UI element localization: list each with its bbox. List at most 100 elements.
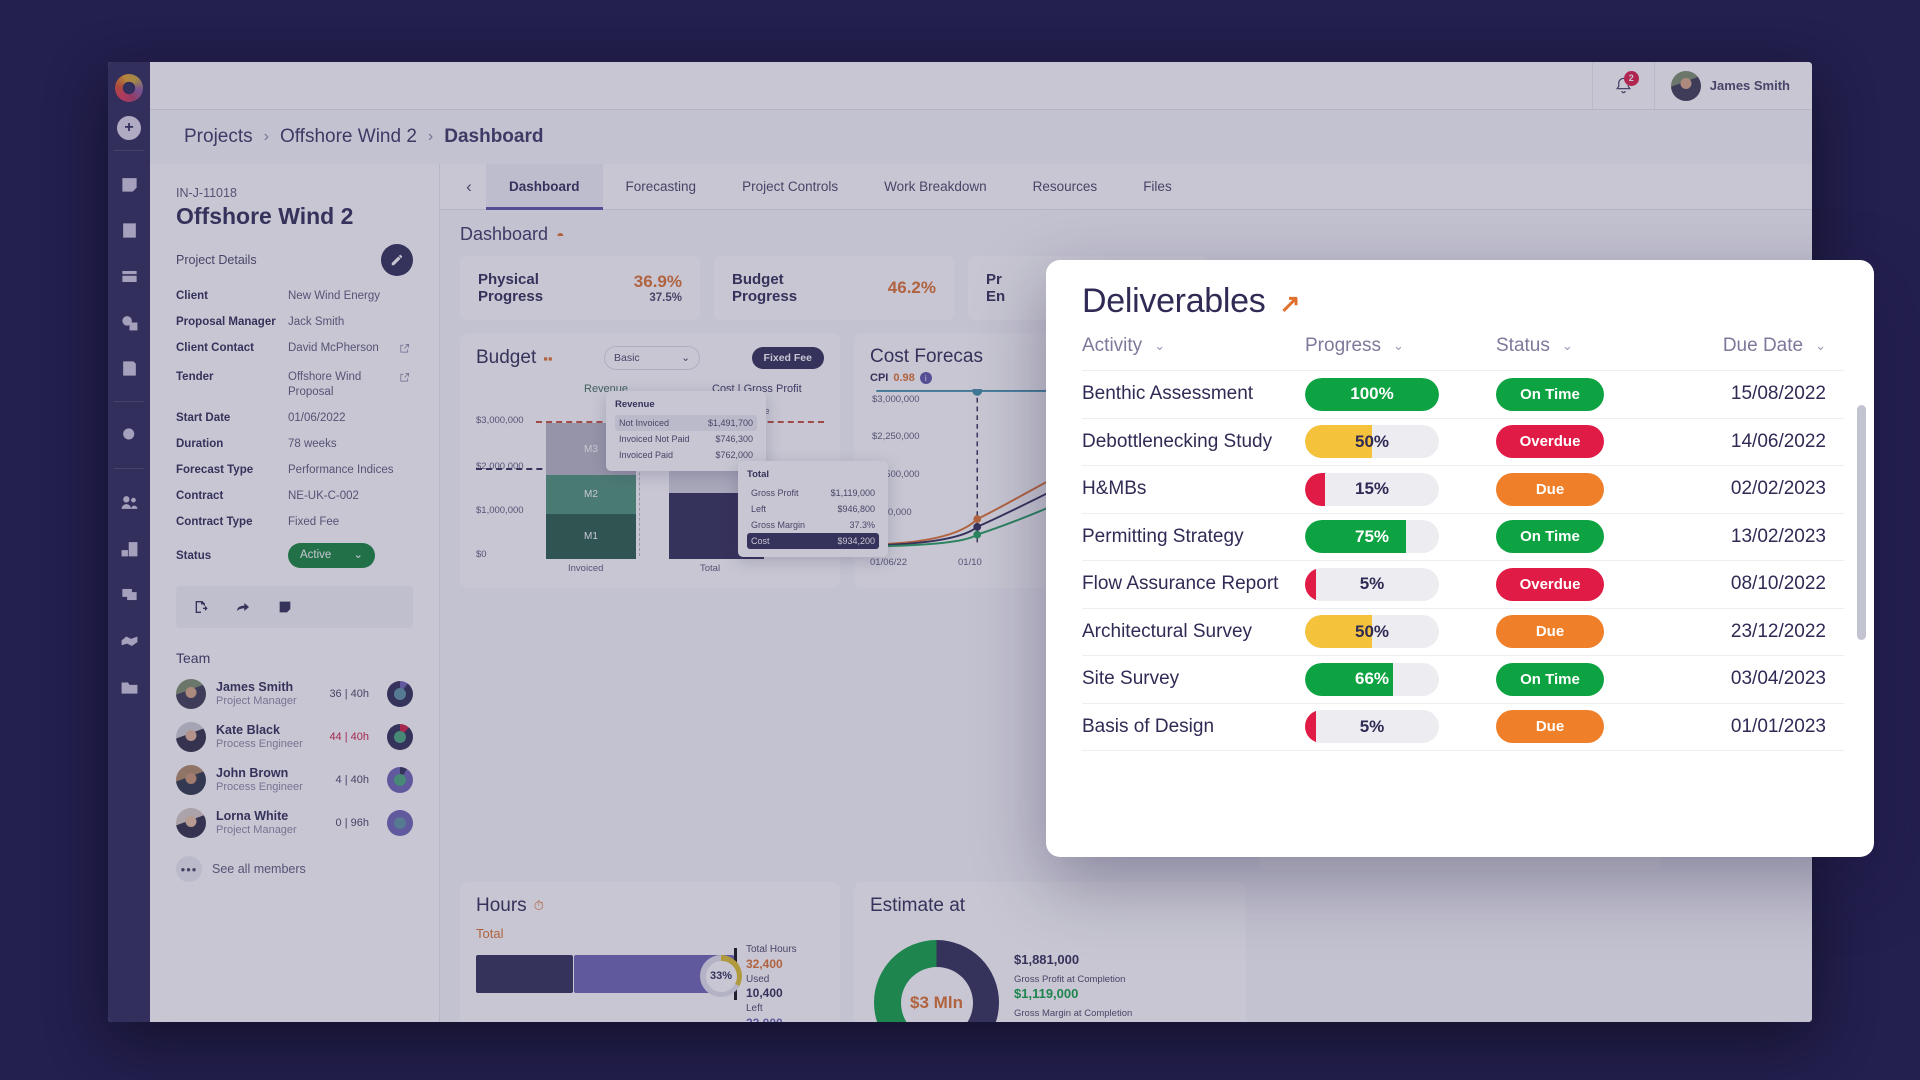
budget-card: Budget ▪▪ Basic ⌄ Fixed Fee Revenue Cost… [460,333,888,588]
building-icon[interactable] [117,536,141,560]
status-badge: On Time [1496,520,1604,554]
row-activity: Permitting Strategy [1082,525,1244,547]
handshake-icon[interactable] [117,628,141,652]
column-header-activity[interactable]: Activity ⌄ [1082,335,1305,357]
breadcrumb-project[interactable]: Offshore Wind 2 [280,126,417,148]
note-add-icon[interactable] [277,599,293,615]
tooltip-revenue: Revenue Not Invoiced $1,491,700 Invoiced … [606,391,766,471]
progress-value: 75% [1354,526,1390,546]
table-row[interactable]: Basis of Design 5% Due 01/01/2023 [1082,702,1844,751]
share-icon[interactable] [235,599,251,615]
table-row[interactable]: Flow Assurance Report 5% Overdue 08/10/2… [1082,560,1844,608]
tab-work-breakdown[interactable]: Work Breakdown [861,164,1010,209]
project-details-panel: IN-J-11018 Offshore Wind 2 Project Detai… [150,164,440,1022]
kpi-title-2: En [986,288,1006,305]
search-icon[interactable] [117,423,141,447]
list-item[interactable]: John Brown Process Engineer 4 | 40h [176,765,413,796]
tab-resources[interactable]: Resources [1010,164,1121,209]
field-label: Contract [176,489,224,502]
table-row[interactable]: Architectural Survey 50% Due 23/12/2022 [1082,607,1844,656]
status-badge: Overdue [1496,567,1604,601]
row-status: On Time [1496,377,1656,411]
column-label: Progress [1305,335,1382,356]
list-item[interactable]: Kate Black Process Engineer 44 | 40h [176,722,413,753]
budget-card-title: Budget ▪▪ [476,347,552,369]
edit-project-button[interactable] [381,244,413,276]
tabs-back-button[interactable]: ‹ [452,164,486,209]
document-icon[interactable] [117,218,141,242]
modal-header: Deliverables ↗ [1046,260,1874,321]
row-due-date: 15/08/2022 [1730,383,1826,405]
table-row[interactable]: Permitting Strategy 75% On Time 13/02/20… [1082,512,1844,561]
note-icon[interactable] [117,172,141,196]
progress-value: 66% [1354,669,1390,689]
hours-stats: Total Hours 32,400 Used 10,400 Left 22,0… [746,944,797,1022]
modal-rows[interactable]: Benthic Assessment 100% On Time 15/08/20… [1046,370,1874,857]
app-logo-icon[interactable] [115,74,143,102]
column-header-progress[interactable]: Progress ⌄ [1305,335,1496,357]
calendar-icon[interactable] [117,264,141,288]
expand-arrow-icon[interactable]: ↗ [1279,292,1300,317]
progress-value: 5% [1359,716,1385,736]
list-item[interactable]: James Smith Project Manager 36 | 40h [176,679,413,710]
chevron-down-icon: ⌄ [681,352,690,364]
modal-scrollbar[interactable] [1857,405,1866,640]
row-activity: Site Survey [1082,668,1180,690]
people-icon[interactable] [117,490,141,514]
budget-x-left: Invoiced [568,563,604,574]
row-status: Due [1496,472,1656,506]
left-icon-rail[interactable]: + [108,62,150,1022]
progress-bar: 15% [1305,472,1439,506]
folder-icon[interactable] [117,674,141,698]
budget-y-tick: $1,000,000 [476,505,524,516]
budget-view-select[interactable]: Basic ⌄ [604,346,700,370]
kpi-budget-progress[interactable]: Budget Progress 46.2% [714,256,954,320]
field-value: Offshore Wind Proposal [288,370,362,398]
see-all-members-button[interactable]: ••• See all members [176,856,413,883]
export-icon[interactable] [193,599,209,615]
column-header-status[interactable]: Status ⌄ [1496,335,1656,357]
column-header-due-date[interactable]: Due Date ⌄ [1656,335,1826,357]
member-utilization-donut [387,767,413,794]
row-activity: Flow Assurance Report [1082,573,1279,595]
hours-total-label: Total [476,926,504,941]
pie-report-icon[interactable] [117,310,141,334]
kpi-primary: 36.9% [633,272,682,291]
table-row[interactable]: Benthic Assessment 100% On Time 15/08/20… [1082,370,1844,418]
external-link-icon[interactable] [399,341,413,359]
table-row-divider [1082,750,1844,798]
tab-files[interactable]: Files [1120,164,1195,209]
table-row[interactable]: H&MBs 15% Due 02/02/2023 [1082,465,1844,513]
status-badge[interactable]: Active ⌄ [288,543,375,569]
external-link-icon[interactable] [399,370,413,388]
cost-x-tick: 01/06/22 [870,557,907,568]
member-utilization-donut [387,724,413,751]
member-role: Project Manager [216,695,297,708]
hours-title-label: Hours [476,895,527,916]
tooltip-row: Invoiced Not Paid $746,300 [619,434,753,444]
kpi-physical-progress[interactable]: Physical Progress 36.9% 37.5% [460,256,700,320]
breadcrumb-projects[interactable]: Projects [184,126,253,148]
table-row[interactable]: Debottlenecking Study 50% Overdue 14/06/… [1082,417,1844,466]
eac-card: Estimate at $3 Mln $1,881,000 Gross Prof… [854,882,1246,1022]
add-icon[interactable]: + [117,116,141,140]
user-menu[interactable]: James Smith [1653,62,1812,110]
progress-value: 50% [1354,431,1390,451]
tab-forecasting[interactable]: Forecasting [603,164,720,209]
info-icon[interactable]: i [919,372,932,384]
project-details-header: Project Details [176,244,413,276]
tab-project-controls[interactable]: Project Controls [719,164,861,209]
hours-used-bar [476,955,573,993]
table-row[interactable]: Site Survey 66% On Time 03/04/2023 [1082,655,1844,703]
progress-value: 50% [1354,621,1390,641]
row-due-date: 03/04/2023 [1730,668,1826,690]
invoice-icon[interactable] [117,356,141,380]
notifications-button[interactable]: 2 [1591,62,1654,110]
status-cell: Active ⌄ [288,543,399,569]
screen-root: + 2 James Smith Projects › Offshore Wind… [0,0,1920,1080]
row-status: Due [1496,615,1656,649]
list-item[interactable]: Lorna White Project Manager 0 | 96h [176,808,413,839]
top-bar: 2 James Smith [150,62,1812,110]
tab-dashboard[interactable]: Dashboard [486,164,603,210]
windows-icon[interactable] [117,582,141,606]
